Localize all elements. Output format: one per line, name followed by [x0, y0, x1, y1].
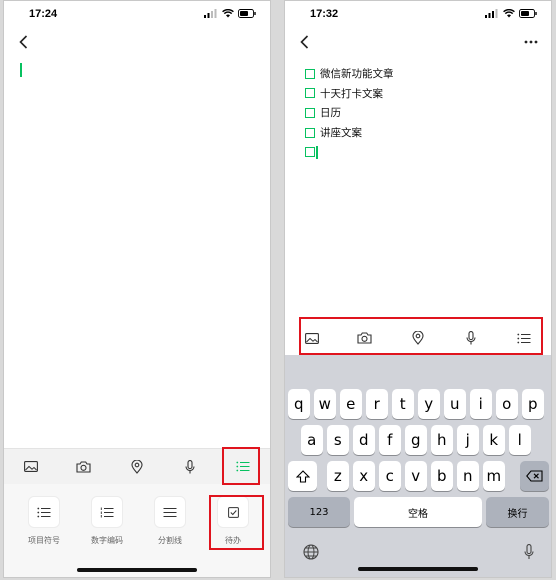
delete-key[interactable] — [520, 461, 549, 491]
todo-text[interactable]: 微信新功能文章 — [320, 66, 394, 81]
highlight-toolbar — [299, 317, 543, 355]
voice-input-button[interactable] — [164, 449, 217, 484]
camera-icon — [76, 460, 91, 473]
todo-checkbox[interactable] — [305, 127, 315, 138]
key-x[interactable]: x — [353, 461, 375, 491]
key-i[interactable]: i — [470, 389, 492, 419]
dictation-button[interactable] — [517, 541, 541, 563]
shift-icon — [295, 469, 310, 483]
todo-checkbox[interactable] — [305, 107, 315, 118]
bullet-list-label: 项目符号 — [28, 536, 60, 545]
todo-text[interactable]: 日历 — [320, 105, 341, 120]
home-indicator — [358, 567, 478, 571]
location-icon — [131, 459, 143, 474]
status-time: 17:24 — [29, 8, 58, 20]
battery-icon — [519, 9, 537, 18]
key-j[interactable]: j — [457, 425, 479, 455]
home-indicator — [77, 568, 197, 572]
key-b[interactable]: b — [431, 461, 453, 491]
key-z[interactable]: z — [327, 461, 349, 491]
key-g[interactable]: g — [405, 425, 427, 455]
key-e[interactable]: e — [340, 389, 362, 419]
numbered-list-option[interactable]: 数字编码 — [77, 496, 137, 546]
globe-button[interactable] — [299, 541, 323, 563]
text-cursor — [20, 63, 22, 77]
key-w[interactable]: w — [314, 389, 336, 419]
chevron-left-icon — [299, 35, 308, 49]
highlight-list-button — [222, 447, 260, 485]
insert-image-button[interactable] — [4, 449, 57, 484]
todo-item[interactable]: 日历 — [305, 103, 394, 123]
status-bar: 17:24 — [4, 1, 270, 29]
todo-checkbox[interactable] — [305, 88, 315, 99]
todo-list: 微信新功能文章 十天打卡文案 日历 讲座文案 — [305, 64, 394, 162]
todo-text[interactable]: 十天打卡文案 — [320, 86, 383, 101]
key-n[interactable]: n — [457, 461, 479, 491]
key-v[interactable]: v — [405, 461, 427, 491]
todo-item[interactable]: 微信新功能文章 — [305, 64, 394, 84]
key-q[interactable]: q — [288, 389, 310, 419]
return-key[interactable]: 换行 — [486, 497, 549, 527]
todo-text[interactable]: 讲座文案 — [320, 125, 362, 140]
key-k[interactable]: k — [483, 425, 505, 455]
numbered-list-icon — [100, 507, 114, 517]
more-options-button[interactable] — [521, 31, 541, 53]
back-button[interactable] — [14, 31, 32, 53]
wifi-icon — [222, 9, 234, 18]
text-cursor — [316, 145, 318, 159]
status-bar: 17:32 — [285, 1, 551, 29]
navigation-bar — [4, 29, 270, 57]
camera-button[interactable] — [57, 449, 110, 484]
image-icon — [23, 461, 38, 472]
microphone-icon — [524, 544, 534, 559]
todo-item[interactable]: 十天打卡文案 — [305, 84, 394, 104]
divider-option[interactable]: 分割线 — [140, 496, 200, 546]
globe-icon — [303, 544, 319, 560]
keyboard: q w e r t y u i o p a s d f g h j k l z … — [285, 355, 551, 577]
wifi-icon — [503, 9, 515, 18]
divider-icon — [163, 507, 177, 517]
more-dots-icon — [524, 40, 538, 44]
numbers-key[interactable]: 123 — [288, 497, 350, 527]
key-c[interactable]: c — [379, 461, 401, 491]
divider-label: 分割线 — [158, 536, 182, 545]
cellular-signal-icon — [204, 9, 217, 18]
todo-checkbox[interactable] — [305, 147, 315, 158]
space-key[interactable]: 空格 — [354, 497, 482, 527]
key-t[interactable]: t — [392, 389, 414, 419]
bullet-list-icon — [37, 507, 51, 517]
status-time: 17:32 — [310, 8, 339, 20]
cellular-signal-icon — [485, 9, 498, 18]
key-a[interactable]: a — [301, 425, 323, 455]
back-button[interactable] — [295, 31, 313, 53]
battery-icon — [238, 9, 256, 18]
bullet-list-option[interactable]: 项目符号 — [14, 496, 74, 546]
key-d[interactable]: d — [353, 425, 375, 455]
todo-item[interactable] — [305, 142, 394, 162]
location-button[interactable] — [110, 449, 163, 484]
key-y[interactable]: y — [418, 389, 440, 419]
backspace-icon — [526, 470, 543, 482]
key-r[interactable]: r — [366, 389, 388, 419]
key-m[interactable]: m — [483, 461, 505, 491]
chevron-left-icon — [18, 35, 27, 49]
shift-key[interactable] — [288, 461, 317, 491]
navigation-bar — [285, 29, 551, 57]
left-phone-screen: 17:24 项目符号 数字编码 分割线 待办 — [3, 0, 271, 578]
key-u[interactable]: u — [444, 389, 466, 419]
key-p[interactable]: p — [522, 389, 544, 419]
microphone-icon — [185, 459, 195, 473]
todo-item[interactable]: 讲座文案 — [305, 123, 394, 143]
highlight-todo-option — [209, 495, 264, 550]
key-h[interactable]: h — [431, 425, 453, 455]
key-f[interactable]: f — [379, 425, 401, 455]
todo-checkbox[interactable] — [305, 68, 315, 79]
key-l[interactable]: l — [509, 425, 531, 455]
key-o[interactable]: o — [496, 389, 518, 419]
numbered-list-label: 数字编码 — [91, 536, 123, 545]
right-phone-screen: 17:32 微信新功能文章 十天打卡文案 日历 讲座文案 q w e r t y… — [284, 0, 552, 578]
key-s[interactable]: s — [327, 425, 349, 455]
